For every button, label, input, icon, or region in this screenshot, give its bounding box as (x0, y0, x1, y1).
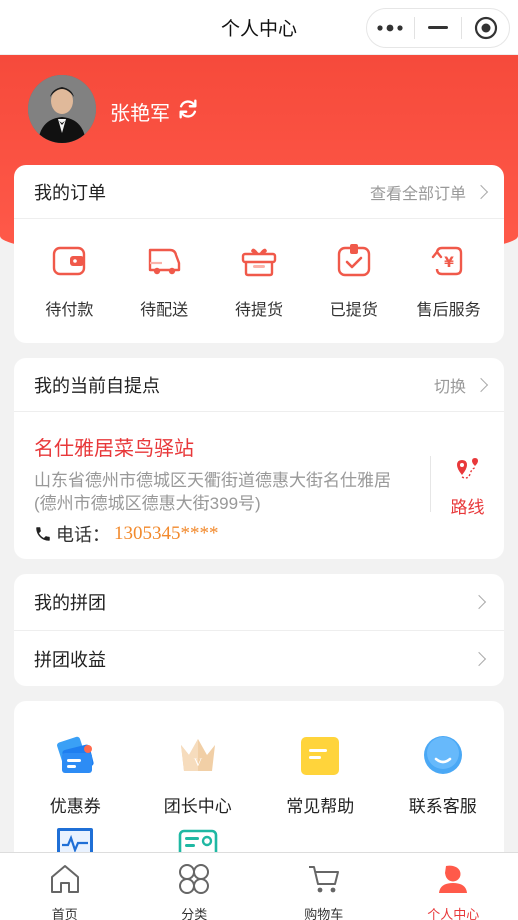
cart-icon (308, 866, 339, 893)
tab-home[interactable]: 首页 (0, 853, 130, 920)
more-dots-icon (377, 24, 403, 32)
help-note-icon (301, 737, 340, 775)
orders-title: 我的订单 (34, 182, 106, 203)
tab-category[interactable]: 分类 (130, 853, 260, 920)
leader-center-entry[interactable]: V 团长中心 (137, 735, 260, 825)
navigation-bar: 个人中心 (0, 0, 518, 55)
group-earnings-row[interactable]: 拼团收益 (14, 630, 504, 686)
row-label: 拼团收益 (34, 649, 106, 670)
user-icon (439, 865, 468, 893)
station-address: 山东省德州市德城区天衢街道德惠大街名仕雅居(德州市德城区德惠大街399号) (34, 471, 391, 513)
switch-label: 切换 (433, 378, 466, 396)
group-buying-card: 我的拼团 拼团收益 (14, 574, 504, 686)
svg-text:¥: ¥ (444, 255, 454, 271)
service-label: 优惠券 (49, 797, 101, 816)
coupon-entry[interactable]: 优惠券 (14, 735, 137, 825)
more-menu-button[interactable] (367, 9, 414, 47)
station-phone[interactable]: 电话： 1305345**** (34, 521, 484, 547)
chevron-right-icon (473, 184, 489, 199)
switch-pickup-link[interactable]: 切换 (433, 373, 489, 397)
order-status-pending-delivery[interactable]: 待配送 (119, 241, 209, 320)
service-label: 常见帮助 (286, 797, 355, 816)
svg-text:V: V (193, 755, 202, 769)
target-circle-icon (474, 16, 497, 40)
pickup-point-card: 我的当前自提点 切换 名仕雅居菜鸟驿站 山东省德州市德城区天衢街道德惠大街名仕雅… (14, 358, 504, 559)
customer-service-entry[interactable]: 联系客服 (382, 735, 505, 825)
order-status-after-sales[interactable]: ¥ 售后服务 (404, 241, 494, 320)
home-icon (50, 865, 79, 893)
order-status-label: 待提货 (234, 302, 283, 319)
phone-number: 1305345**** (114, 523, 219, 544)
chevron-right-icon (471, 594, 487, 610)
category-icon (179, 864, 210, 894)
order-status-label: 已提货 (329, 302, 378, 319)
tab-bar: 首页 分类 购物车 个人中心 (0, 852, 518, 920)
minimize-button[interactable] (415, 9, 462, 47)
order-status-pending-payment[interactable]: 待付款 (24, 241, 114, 320)
pickup-header: 我的当前自提点 切换 (14, 358, 504, 412)
mini-program-capsule (366, 8, 510, 48)
station-name: 名仕雅居菜鸟驿站 (34, 438, 194, 460)
pickup-title: 我的当前自提点 (34, 375, 160, 396)
my-group-buying-row[interactable]: 我的拼团 (14, 574, 504, 630)
route-label: 路线 (450, 498, 485, 517)
order-status-label: 待付款 (45, 302, 94, 319)
route-button[interactable]: 路线 (430, 456, 504, 517)
tab-label: 分类 (181, 907, 208, 920)
phone-icon (36, 527, 50, 541)
chevron-right-icon (473, 377, 489, 392)
chat-bubble-icon (423, 736, 462, 774)
truck-icon (148, 248, 181, 275)
gift-box-icon (241, 248, 277, 277)
service-label: 联系客服 (408, 797, 477, 816)
faq-help-entry[interactable]: 常见帮助 (259, 735, 382, 825)
order-status-picked-up[interactable]: 已提货 (309, 241, 399, 320)
orders-card: 我的订单 查看全部订单 待付款 待配送 待提货 已提货 ¥ 售后服务 (14, 165, 504, 343)
tab-label: 首页 (51, 907, 78, 920)
avatar[interactable] (28, 75, 96, 143)
refresh-icon[interactable] (177, 98, 199, 120)
minus-icon (428, 26, 448, 29)
tab-label: 个人中心 (427, 907, 480, 920)
tab-cart[interactable]: 购物车 (259, 853, 389, 920)
view-all-orders-link[interactable]: 查看全部订单 (369, 180, 489, 204)
wallet-icon (53, 246, 86, 276)
coupon-icon (57, 736, 94, 773)
order-status-pending-pickup[interactable]: 待提货 (214, 241, 304, 320)
route-map-pin-icon (456, 458, 478, 479)
close-miniprogram-button[interactable] (462, 9, 509, 47)
order-status-label: 待配送 (140, 302, 189, 319)
tab-label: 购物车 (304, 907, 344, 920)
service-label: 团长中心 (163, 797, 232, 816)
refund-icon: ¥ (431, 246, 462, 276)
tab-profile[interactable]: 个人中心 (389, 853, 518, 920)
phone-label: 电话： (56, 525, 110, 545)
username: 张艳军 (110, 103, 170, 125)
view-all-orders-label: 查看全部订单 (369, 185, 466, 203)
row-label: 我的拼团 (34, 593, 106, 613)
order-status-label: 售后服务 (416, 302, 481, 319)
checked-box-icon (337, 244, 370, 277)
crown-icon: V (180, 739, 215, 771)
chevron-right-icon (471, 651, 487, 666)
orders-header: 我的订单 查看全部订单 (14, 165, 504, 219)
